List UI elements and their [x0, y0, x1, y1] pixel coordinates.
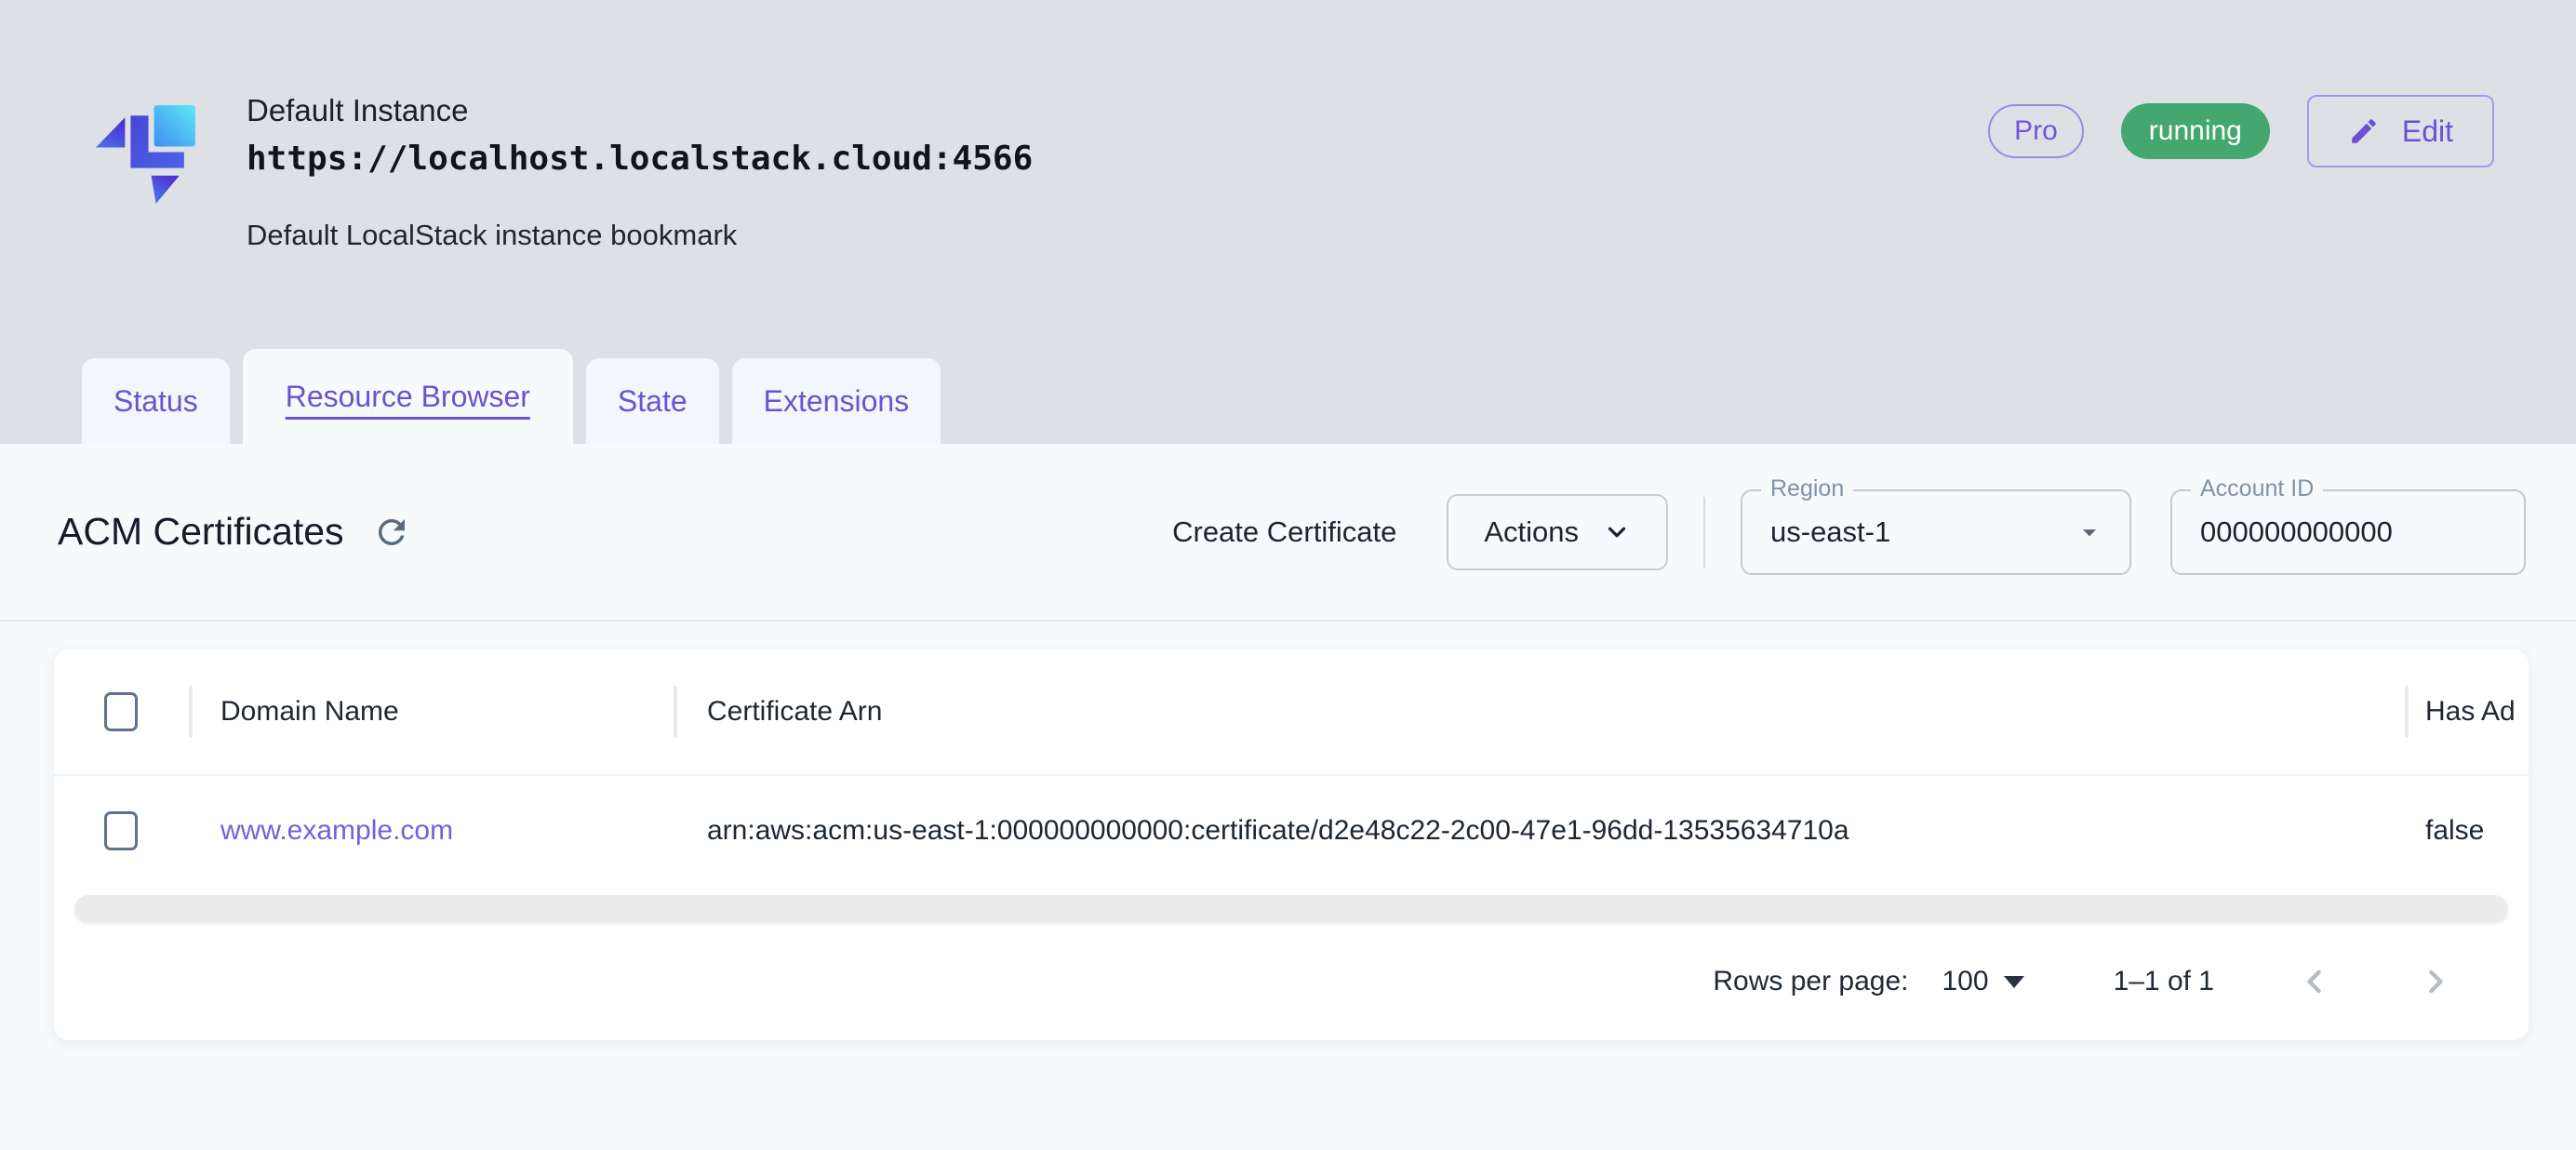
- column-header-domain-name[interactable]: Domain Name: [193, 696, 674, 728]
- toolbar-divider: [1703, 497, 1705, 568]
- horizontal-scrollbar[interactable]: [74, 895, 2508, 923]
- table-header-row: Domain Name Certificate Arn Has Ad: [54, 649, 2529, 776]
- refresh-icon: [372, 513, 411, 552]
- cell-domain-name: www.example.com: [193, 815, 674, 847]
- pagination-range: 1–1 of 1: [2114, 966, 2214, 997]
- instance-description: Default LocalStack instance bookmark: [247, 219, 1033, 252]
- tab-resource-browser-label: Resource Browser: [286, 380, 530, 414]
- next-page-button[interactable]: [2415, 961, 2456, 1002]
- pagination-bar: Rows per page: 100 1–1 of 1: [54, 923, 2529, 1040]
- tab-resource-browser[interactable]: Resource Browser: [243, 349, 573, 444]
- create-certificate-button[interactable]: Create Certificate: [1172, 515, 1396, 549]
- instance-badges: Pro running Edit: [1988, 95, 2494, 167]
- cell-certificate-arn: arn:aws:acm:us-east-1:000000000000:certi…: [677, 815, 2405, 847]
- caret-down-icon: [2004, 976, 2024, 988]
- tab-status-label: Status: [113, 384, 198, 419]
- instance-url: https://localhost.localstack.cloud:4566: [247, 140, 1033, 178]
- row-checkbox[interactable]: [104, 811, 138, 850]
- header-checkbox-cell: [80, 692, 189, 731]
- account-id-label: Account ID: [2191, 475, 2323, 502]
- chevron-left-icon: [2294, 961, 2335, 1002]
- region-select-label: Region: [1761, 475, 1853, 502]
- previous-page-button[interactable]: [2294, 961, 2335, 1002]
- instance-name: Default Instance: [247, 93, 1033, 128]
- dropdown-arrow-icon: [2074, 516, 2105, 548]
- account-id-field[interactable]: Account ID 000000000000: [2170, 489, 2526, 575]
- refresh-button[interactable]: [372, 513, 411, 552]
- pro-badge: Pro: [1988, 104, 2084, 158]
- rows-per-page-select[interactable]: 100: [1942, 966, 2024, 997]
- tab-state[interactable]: State: [586, 358, 719, 444]
- page-title: ACM Certificates: [58, 510, 344, 554]
- chevron-down-icon: [1603, 518, 1631, 546]
- app-window: Default Instance https://localhost.local…: [0, 0, 2576, 1150]
- chevron-right-icon: [2415, 961, 2456, 1002]
- region-select[interactable]: Region us-east-1: [1741, 489, 2131, 575]
- rows-per-page-label: Rows per page:: [1713, 966, 1908, 997]
- actions-dropdown-button[interactable]: Actions: [1447, 494, 1668, 570]
- instance-header: Default Instance https://localhost.local…: [0, 0, 2576, 444]
- tab-bar: Status Resource Browser State Extensions: [82, 349, 941, 444]
- tab-extensions[interactable]: Extensions: [732, 358, 941, 444]
- edit-button-label: Edit: [2402, 114, 2453, 149]
- select-all-checkbox[interactable]: [104, 692, 138, 731]
- status-badge: running: [2121, 103, 2270, 159]
- tab-extensions-label: Extensions: [764, 384, 910, 419]
- domain-name-link[interactable]: www.example.com: [220, 815, 453, 846]
- region-select-value: us-east-1: [1770, 515, 1890, 549]
- account-id-value: 000000000000: [2200, 515, 2393, 549]
- rows-per-page-value: 100: [1942, 966, 1989, 997]
- pencil-icon: [2348, 115, 2380, 147]
- table-row: www.example.com arn:aws:acm:us-east-1:00…: [54, 776, 2529, 886]
- tab-state-label: State: [618, 384, 687, 419]
- actions-label: Actions: [1484, 515, 1579, 549]
- resource-toolbar: ACM Certificates Create Certificate Acti…: [0, 444, 2576, 622]
- certificates-table-card: Domain Name Certificate Arn Has Ad www.e…: [54, 649, 2529, 1040]
- row-checkbox-cell: [80, 811, 189, 850]
- column-header-certificate-arn[interactable]: Certificate Arn: [677, 696, 2405, 728]
- edit-button[interactable]: Edit: [2307, 95, 2494, 167]
- tab-status[interactable]: Status: [82, 358, 230, 444]
- localstack-logo-icon: [88, 93, 198, 209]
- cell-has-ad: false: [2409, 815, 2529, 847]
- column-header-has-ad[interactable]: Has Ad: [2409, 696, 2529, 728]
- instance-info: Default Instance https://localhost.local…: [247, 93, 1033, 252]
